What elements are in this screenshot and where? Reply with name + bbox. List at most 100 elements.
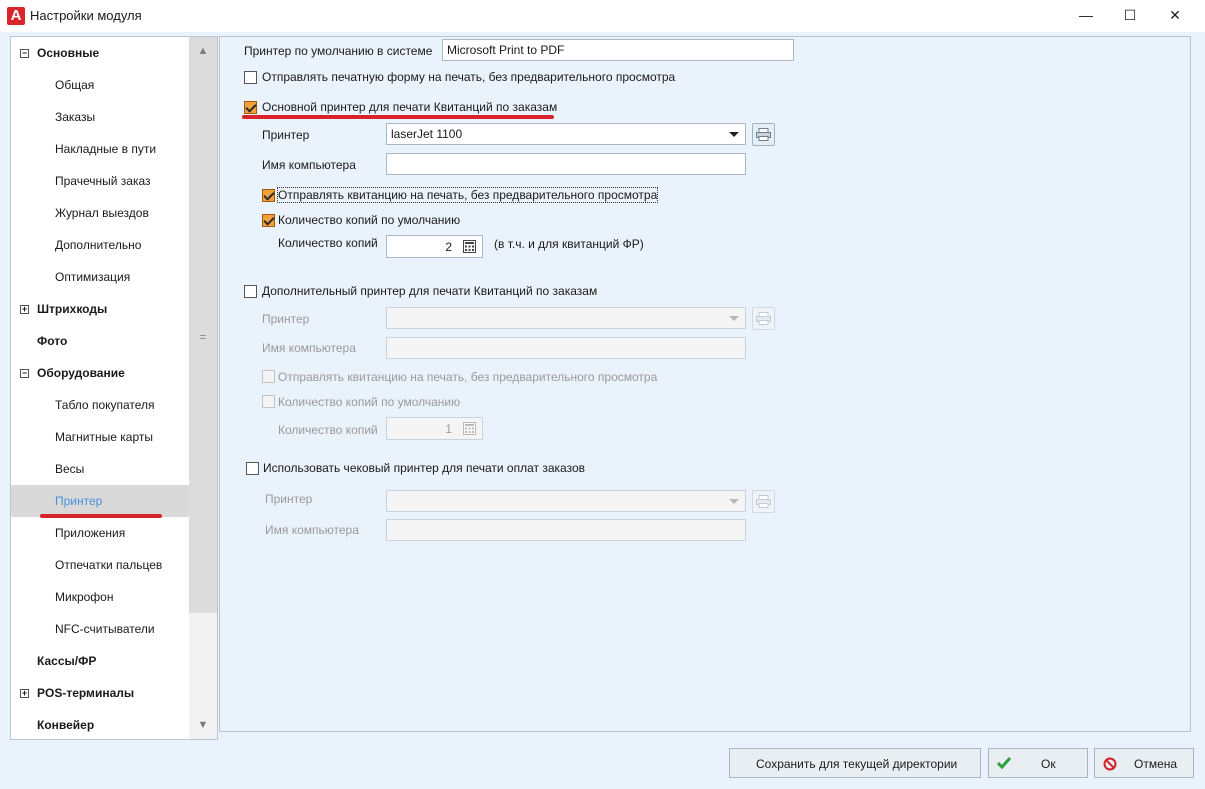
- printer-icon: [756, 495, 771, 508]
- receipt-printer-dropdown[interactable]: [386, 490, 746, 512]
- tree-item[interactable]: Заказы: [11, 101, 189, 133]
- default-printer-field[interactable]: Microsoft Print to PDF: [442, 39, 794, 61]
- tree-item[interactable]: Магнитные карты: [11, 421, 189, 453]
- settings-tree: − Основные Общая Заказы Накладные в пути Прач…: [10, 36, 218, 740]
- scroll-up-arrow-icon[interactable]: ▲: [189, 37, 217, 65]
- main-computer-name-label: Имя компьютера: [262, 158, 356, 172]
- tree-item-label: Приложения: [55, 526, 126, 540]
- annotation-underline: [40, 514, 162, 518]
- additional-printer-checkbox[interactable]: [244, 285, 257, 298]
- main-copies-note: (в т.ч. и для квитанций ФР): [494, 237, 644, 251]
- additional-send-receipt-label: Отправлять квитанцию на печать, без пред…: [278, 370, 658, 384]
- tree-item[interactable]: NFC-считыватели: [11, 613, 189, 645]
- main-send-receipt-label: Отправлять квитанцию на печать, без пред…: [276, 187, 659, 203]
- tree-item[interactable]: − Основные: [11, 37, 189, 69]
- tree-item-label: Накладные в пути: [55, 142, 157, 156]
- maximize-button[interactable]: ☐: [1107, 0, 1153, 30]
- app-logo-icon: A: [7, 7, 25, 25]
- receipt-computer-name-input[interactable]: [386, 519, 746, 541]
- chevron-down-icon: [729, 132, 739, 137]
- tree-item[interactable]: Накладные в пути: [11, 133, 189, 165]
- main-printer-dropdown[interactable]: laserJet 1100: [386, 123, 746, 145]
- tree-item[interactable]: − Оборудование: [11, 357, 189, 389]
- tree-item[interactable]: Весы: [11, 453, 189, 485]
- main-send-receipt-checkbox[interactable]: [262, 189, 275, 202]
- scroll-down-arrow-icon[interactable]: ▼: [189, 711, 217, 739]
- tree-item[interactable]: Табло покупателя: [11, 389, 189, 421]
- additional-send-receipt-checkbox[interactable]: [262, 370, 275, 383]
- tree-item[interactable]: Принтер: [11, 485, 189, 517]
- additional-computer-name-input[interactable]: [386, 337, 746, 359]
- printer-settings-button[interactable]: [752, 123, 775, 146]
- ok-label: Ок: [1041, 757, 1056, 771]
- tree-item[interactable]: Отпечатки пальцев: [11, 549, 189, 581]
- tree-item[interactable]: Кассы/ФР: [11, 645, 189, 677]
- tree-item[interactable]: Приложения: [11, 517, 189, 549]
- receipt-computer-name-label: Имя компьютера: [265, 523, 359, 537]
- additional-copies-spinner[interactable]: 1: [386, 417, 483, 440]
- tree-item[interactable]: Фото: [11, 325, 189, 357]
- main-default-copies-label: Количество копий по умолчанию: [278, 213, 461, 227]
- minimize-button[interactable]: —: [1063, 0, 1109, 30]
- receipt-printer-checkbox[interactable]: [246, 462, 259, 475]
- receipt-printer-settings-button[interactable]: [752, 490, 775, 513]
- tree-item[interactable]: Дополнительно: [11, 229, 189, 261]
- additional-copies-value: 1: [445, 422, 452, 436]
- tree-item-label: Оптимизация: [55, 270, 131, 284]
- main-printer-checkbox[interactable]: [244, 101, 257, 114]
- additional-printer-dropdown[interactable]: [386, 307, 746, 329]
- tree-item-label: NFC-считыватели: [55, 622, 155, 636]
- expand-plus-icon[interactable]: +: [20, 304, 29, 314]
- save-for-directory-label: Сохранить для текущей директории: [756, 757, 958, 771]
- save-for-directory-button[interactable]: Сохранить для текущей директории: [729, 748, 981, 778]
- receipt-printer-label: Использовать чековый принтер для печати …: [263, 461, 585, 475]
- tree-scrollbar[interactable]: ▲ = ▼: [189, 37, 217, 739]
- tree-item[interactable]: + Штрихкоды: [11, 293, 189, 325]
- printer-icon: [756, 128, 771, 141]
- cancel-label: Отмена: [1134, 757, 1178, 771]
- expand-plus-icon[interactable]: +: [20, 688, 29, 698]
- tree-item-label: Журнал выездов: [55, 206, 149, 220]
- tree-item-label: Микрофон: [55, 590, 114, 604]
- tree-item-label: Дополнительно: [55, 238, 142, 252]
- chevron-down-icon: [729, 499, 739, 504]
- additional-default-copies-checkbox[interactable]: [262, 395, 275, 408]
- tree-item[interactable]: + POS-терминалы: [11, 677, 189, 709]
- cancel-button[interactable]: Отмена: [1094, 748, 1194, 778]
- additional-printer-settings-button[interactable]: [752, 307, 775, 330]
- collapse-minus-icon[interactable]: −: [20, 368, 29, 378]
- ok-button[interactable]: Ок: [988, 748, 1088, 778]
- tree-item[interactable]: Оптимизация: [11, 261, 189, 293]
- main-copies-label: Количество копий: [278, 236, 378, 250]
- tree-item[interactable]: Конвейер: [11, 709, 189, 741]
- close-button[interactable]: ✕: [1152, 0, 1198, 30]
- tree-item-label: Конвейер: [37, 718, 95, 732]
- additional-printer-label: Дополнительный принтер для печати Квитан…: [262, 284, 598, 298]
- default-printer-label: Принтер по умолчанию в системе: [244, 44, 433, 58]
- main-printer-label: Основной принтер для печати Квитанций по…: [262, 100, 558, 114]
- tree-item-label: Общая: [55, 78, 95, 92]
- tree-item-label: Основные: [37, 46, 100, 60]
- tree-item-label: POS-терминалы: [37, 686, 135, 700]
- send-without-preview-checkbox[interactable]: [244, 71, 257, 84]
- prohibited-icon: [1103, 757, 1117, 771]
- main-copies-spinner[interactable]: 2: [386, 235, 483, 258]
- additional-printer-printer-label: Принтер: [262, 312, 310, 326]
- calculator-icon[interactable]: [463, 240, 476, 253]
- main-copies-value: 2: [445, 240, 452, 254]
- tree-item-label: Заказы: [55, 110, 96, 124]
- main-computer-name-input[interactable]: [386, 153, 746, 175]
- collapse-minus-icon[interactable]: −: [20, 48, 29, 58]
- scroll-thumb-grip-icon[interactable]: =: [189, 330, 217, 344]
- receipt-printer-printer-label: Принтер: [265, 492, 313, 506]
- tree-item[interactable]: Журнал выездов: [11, 197, 189, 229]
- main-default-copies-checkbox[interactable]: [262, 214, 275, 227]
- additional-default-copies-label: Количество копий по умолчанию: [278, 395, 461, 409]
- tree-item-label: Кассы/ФР: [37, 654, 97, 668]
- tree-item[interactable]: Прачечный заказ: [11, 165, 189, 197]
- annotation-underline: [242, 115, 554, 119]
- calculator-icon[interactable]: [463, 422, 476, 435]
- tree-list: − Основные Общая Заказы Накладные в пути Прач…: [11, 37, 189, 739]
- tree-item[interactable]: Общая: [11, 69, 189, 101]
- tree-item[interactable]: Микрофон: [11, 581, 189, 613]
